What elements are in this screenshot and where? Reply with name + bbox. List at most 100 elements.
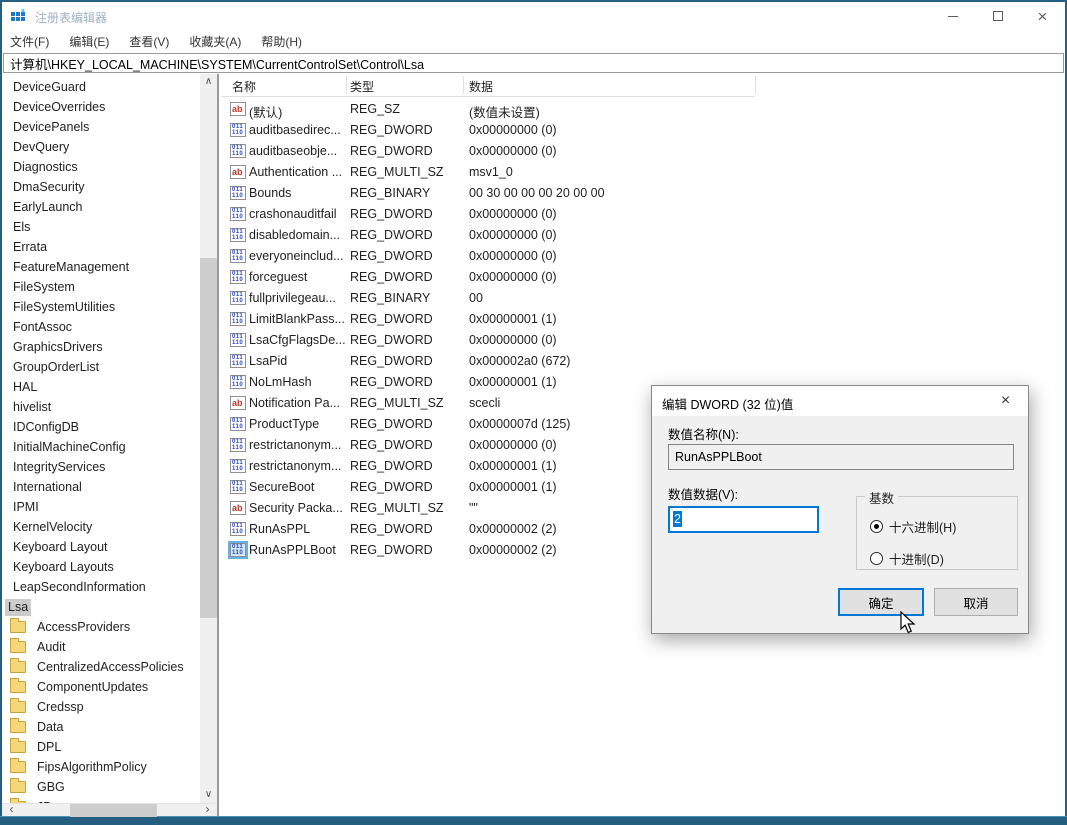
table-row[interactable]: forceguest REG_DWORD 0x00000000 (0) (221, 267, 1065, 288)
value-data: 0x00000000 (0) (469, 249, 557, 263)
dialog-close-button[interactable]: × (983, 386, 1028, 415)
column-header-name[interactable]: 名称 (232, 78, 256, 95)
address-bar[interactable]: 计算机\HKEY_LOCAL_MACHINE\SYSTEM\CurrentCon… (3, 53, 1064, 73)
table-row[interactable]: Authentication ... REG_MULTI_SZ msv1_0 (221, 162, 1065, 183)
column-divider[interactable] (463, 76, 464, 94)
value-name: auditbaseobje... (249, 144, 338, 158)
tree-item[interactable]: FeatureManagement (2, 257, 200, 277)
tree-item[interactable]: LeapSecondInformation (2, 577, 200, 597)
minimize-icon (947, 15, 958, 17)
tree-item[interactable]: FipsAlgorithmPolicy (2, 757, 200, 777)
tree-item[interactable]: FontAssoc (2, 317, 200, 337)
maximize-button[interactable] (975, 2, 1020, 30)
tree-item[interactable]: GBG (2, 777, 200, 797)
tree-horizontal-scrollbar[interactable]: ‹ › (2, 803, 217, 817)
tree-item-label: GBG (37, 779, 65, 794)
tree-item[interactable]: Audit (2, 637, 200, 657)
scroll-left-icon[interactable]: ‹ (4, 803, 19, 817)
radio-hexadecimal[interactable]: 十六进制(H) (870, 517, 956, 536)
tree-item[interactable]: GraphicsDrivers (2, 337, 200, 357)
value-type: REG_MULTI_SZ (350, 165, 444, 179)
menu-file[interactable]: 文件(F) (2, 30, 59, 53)
tree-item[interactable]: Data (2, 717, 200, 737)
tree-item[interactable]: Errata (2, 237, 200, 257)
table-row[interactable]: LimitBlankPass... REG_DWORD 0x00000001 (1) (221, 309, 1065, 330)
tree-item-label: HAL (13, 380, 38, 394)
value-name: RunAsPPL (249, 522, 311, 536)
tree-item[interactable]: IDConfigDB (2, 417, 200, 437)
tree-item[interactable]: International (2, 477, 200, 497)
cancel-button[interactable]: 取消 (934, 588, 1018, 616)
tree-item[interactable]: Credssp (2, 697, 200, 717)
close-button[interactable]: × (1020, 2, 1065, 30)
tree-item-label: DeviceOverrides (13, 100, 106, 114)
tree-item[interactable]: IntegrityServices (2, 457, 200, 477)
tree-item[interactable]: DeviceOverrides (2, 97, 200, 117)
value-name: restrictanonym... (249, 459, 342, 473)
column-divider[interactable] (755, 76, 756, 94)
table-row[interactable]: fullprivilegeau... REG_BINARY 00 (221, 288, 1065, 309)
tree-vertical-scrollbar[interactable]: ∧ ∨ (200, 74, 217, 803)
dword-value-icon (230, 459, 246, 473)
tree-item[interactable]: hivelist (2, 397, 200, 417)
window-title: 注册表编辑器 (35, 11, 108, 25)
vertical-scroll-thumb[interactable] (200, 258, 217, 618)
tree-item[interactable]: InitialMachineConfig (2, 437, 200, 457)
menu-help[interactable]: 帮助(H) (251, 30, 312, 53)
dword-value-icon (228, 541, 248, 559)
horizontal-scroll-thumb[interactable] (70, 804, 157, 817)
value-data-label: 数值数据(V): (668, 488, 739, 502)
value-name: auditbasedirec... (249, 123, 341, 137)
tree-item[interactable]: GroupOrderList (2, 357, 200, 377)
scroll-down-icon[interactable]: ∨ (200, 787, 217, 803)
tree-item[interactable]: EarlyLaunch (2, 197, 200, 217)
tree-item[interactable]: Els (2, 217, 200, 237)
menu-view[interactable]: 查看(V) (119, 30, 179, 53)
tree-item[interactable]: DevQuery (2, 137, 200, 157)
dword-value-icon (230, 333, 246, 347)
tree-item[interactable]: Keyboard Layout (2, 537, 200, 557)
column-divider[interactable] (346, 76, 347, 94)
table-row[interactable]: disabledomain... REG_DWORD 0x00000000 (0) (221, 225, 1065, 246)
radio-dec-label: 十进制(D) (889, 553, 944, 567)
tree-item[interactable]: FileSystemUtilities (2, 297, 200, 317)
table-row[interactable]: everyoneinclud... REG_DWORD 0x00000000 (0) (221, 246, 1065, 267)
tree-item[interactable]: HAL (2, 377, 200, 397)
tree-item[interactable]: DeviceGuard (2, 77, 200, 97)
value-data-input[interactable]: 2 (668, 506, 819, 533)
minimize-button[interactable] (930, 2, 975, 30)
tree-item[interactable]: Diagnostics (2, 157, 200, 177)
tree-item[interactable]: DevicePanels (2, 117, 200, 137)
table-row[interactable]: LsaCfgFlagsDe... REG_DWORD 0x00000000 (0) (221, 330, 1065, 351)
tree-item-label: FontAssoc (13, 320, 73, 334)
tree-item[interactable]: FileSystem (2, 277, 200, 297)
table-row[interactable]: LsaPid REG_DWORD 0x000002a0 (672) (221, 351, 1065, 372)
tree-item[interactable]: KernelVelocity (2, 517, 200, 537)
value-name-field[interactable]: RunAsPPLBoot (668, 444, 1014, 470)
tree-item[interactable]: ComponentUpdates (2, 677, 200, 697)
pane-splitter[interactable] (217, 74, 219, 816)
scroll-up-icon[interactable]: ∧ (200, 74, 217, 90)
table-row[interactable]: auditbasedirec... REG_DWORD 0x00000000 (0) (221, 120, 1065, 141)
tree-item[interactable]: DmaSecurity (2, 177, 200, 197)
value-data: scecli (469, 396, 501, 410)
menu-favorites[interactable]: 收藏夹(A) (179, 30, 251, 53)
column-header-type[interactable]: 类型 (350, 78, 374, 95)
tree-item[interactable]: IPMI (2, 497, 200, 517)
tree-item[interactable]: CentralizedAccessPolicies (2, 657, 200, 677)
value-type: REG_DWORD (350, 207, 433, 221)
table-row[interactable]: (默认) REG_SZ (数值未设置) (221, 99, 1065, 120)
tree-item-selected-lsa[interactable]: Lsa (2, 597, 200, 617)
menu-edit[interactable]: 编辑(E) (59, 30, 119, 53)
value-name: Security Packa... (249, 501, 343, 515)
table-row[interactable]: auditbaseobje... REG_DWORD 0x00000000 (0) (221, 141, 1065, 162)
tree-item[interactable]: Keyboard Layouts (2, 557, 200, 577)
radio-decimal[interactable]: 十进制(D) (870, 549, 944, 568)
tree-item[interactable]: AccessProviders (2, 617, 200, 637)
tree-item[interactable]: DPL (2, 737, 200, 757)
regedit-app-icon (10, 8, 27, 25)
table-row[interactable]: Bounds REG_BINARY 00 30 00 00 00 20 00 00 (221, 183, 1065, 204)
scroll-right-icon[interactable]: › (200, 803, 215, 817)
column-header-data[interactable]: 数据 (469, 78, 493, 95)
table-row[interactable]: crashonauditfail REG_DWORD 0x00000000 (0) (221, 204, 1065, 225)
